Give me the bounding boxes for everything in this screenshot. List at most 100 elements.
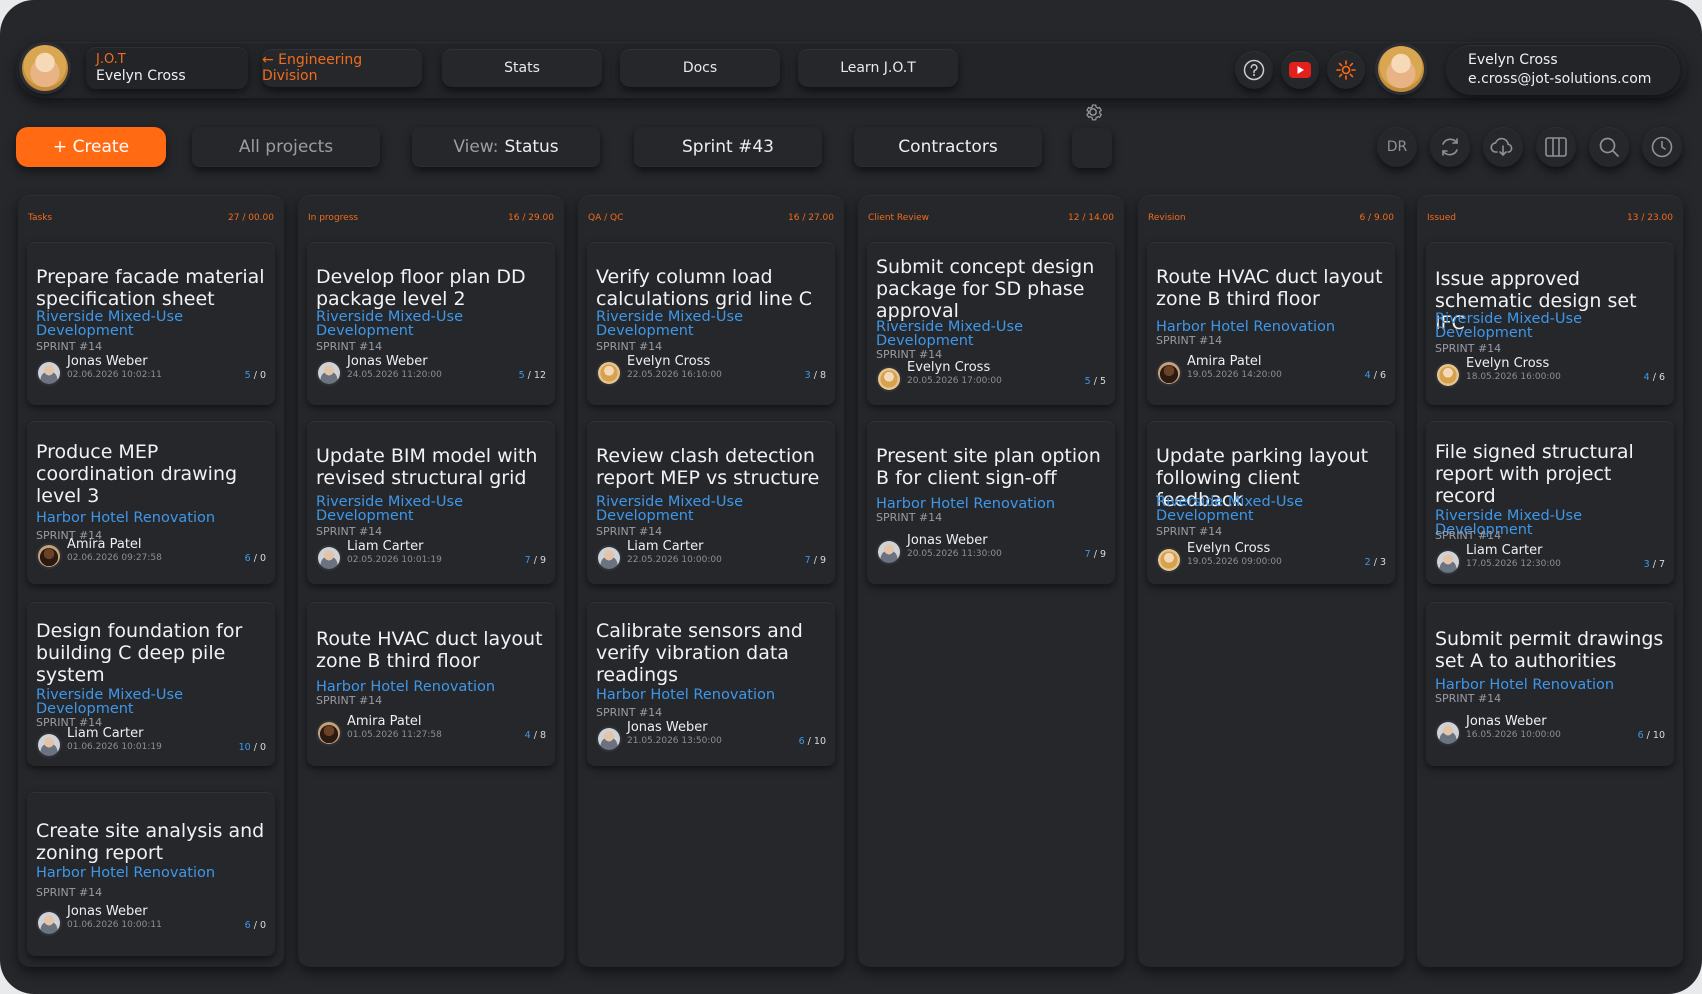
subtask-count: 5 / 5 — [1085, 376, 1106, 387]
help-icon[interactable] — [1235, 51, 1273, 89]
cloud-download-icon[interactable] — [1483, 127, 1523, 167]
task-card[interactable]: Route HVAC duct layout zone B third floo… — [1147, 242, 1395, 405]
search-icon[interactable] — [1589, 127, 1629, 167]
account-name: Evelyn Cross — [1468, 52, 1558, 68]
subtask-total: / 6 — [1370, 370, 1386, 381]
card-project[interactable]: Riverside Mixed-Use Development — [316, 495, 552, 524]
card-project[interactable]: Riverside Mixed-Use Development — [596, 495, 832, 524]
card-title: Calibrate sensors and verify vibration d… — [596, 620, 803, 686]
columns-icon[interactable] — [1536, 127, 1576, 167]
card-sprint: SPRINT #14 — [596, 706, 663, 719]
task-card[interactable]: Submit permit drawings set A to authorit… — [1426, 602, 1674, 766]
view-status-button[interactable]: View: Status — [412, 127, 600, 167]
assignee-avatar — [878, 541, 900, 563]
task-card[interactable]: Design foundation for building C deep pi… — [27, 602, 275, 766]
youtube-icon[interactable] — [1281, 51, 1319, 89]
card-timestamp: 20.05.2026 17:00:00 — [907, 376, 1002, 386]
task-card[interactable]: Create site analysis and zoning report Ha… — [27, 792, 275, 956]
subtask-total: / 3 — [1370, 557, 1386, 568]
column-count: 16 / 27.00 — [788, 213, 834, 223]
task-card[interactable]: Update BIM model with revised structural… — [307, 421, 555, 584]
task-card[interactable]: File signed structural report with proje… — [1426, 421, 1674, 584]
card-project[interactable]: Harbor Hotel Renovation — [1156, 320, 1392, 335]
user-avatar[interactable] — [22, 45, 68, 91]
task-card[interactable]: Produce MEP coordination drawing level 3… — [27, 421, 275, 584]
card-project[interactable]: Riverside Mixed-Use Development — [36, 688, 272, 717]
assignee-name: Evelyn Cross — [1466, 356, 1550, 371]
card-project[interactable]: Harbor Hotel Renovation — [1435, 678, 1671, 693]
create-button[interactable]: + Create — [16, 127, 166, 167]
card-sprint: SPRINT #14 — [36, 886, 103, 899]
subtask-count: 4 / 6 — [1365, 370, 1386, 381]
sun-icon[interactable] — [1327, 51, 1365, 89]
card-timestamp: 01.06.2026 10:01:19 — [67, 742, 162, 752]
card-sprint: SPRINT #14 — [876, 511, 943, 524]
assignee-name: Jonas Weber — [1466, 714, 1547, 729]
card-project[interactable]: Riverside Mixed-Use Development — [1156, 495, 1392, 524]
card-sprint: SPRINT #14 — [36, 340, 103, 353]
card-timestamp: 18.05.2026 16:00:00 — [1466, 372, 1561, 382]
task-card[interactable]: Verify column load calculations grid lin… — [587, 242, 835, 405]
nav-stats[interactable]: Stats — [442, 49, 602, 87]
subtask-total: / 9 — [1090, 549, 1106, 560]
task-card[interactable]: Review clash detection report MEP vs str… — [587, 421, 835, 584]
task-card[interactable]: Update parking layout following client f… — [1147, 421, 1395, 584]
assignee-avatar — [598, 362, 620, 384]
sprint-button[interactable]: Sprint #43 — [634, 127, 822, 167]
task-card[interactable]: Submit concept design package for SD pha… — [867, 242, 1115, 405]
all-projects-button[interactable]: All projects — [192, 127, 380, 167]
column-header: In progress 16 / 29.00 — [308, 213, 554, 225]
task-card[interactable]: Present site plan option B for client si… — [867, 421, 1115, 584]
card-project[interactable]: Harbor Hotel Renovation — [316, 680, 552, 695]
card-project[interactable]: Riverside Mixed-Use Development — [596, 310, 832, 339]
subtask-count: 6 / 0 — [245, 553, 266, 564]
account-box[interactable]: Evelyn Cross e.cross@jot-solutions.com — [1446, 45, 1680, 95]
assignee-avatar — [1158, 549, 1180, 571]
card-project[interactable]: Harbor Hotel Renovation — [876, 497, 1112, 512]
card-project[interactable]: Riverside Mixed-Use Development — [36, 310, 272, 339]
account-email: e.cross@jot-solutions.com — [1468, 71, 1652, 87]
assignee-avatar — [38, 912, 60, 934]
nav-docs[interactable]: Docs — [620, 49, 780, 87]
task-card[interactable]: Calibrate sensors and verify vibration d… — [587, 602, 835, 766]
subtask-total: / 12 — [524, 370, 546, 381]
subtask-count: 7 / 9 — [1085, 549, 1106, 560]
card-timestamp: 19.05.2026 09:00:00 — [1187, 557, 1282, 567]
empty-filter-box[interactable] — [1072, 128, 1112, 168]
brand-box[interactable]: J.O.T Evelyn Cross — [86, 47, 248, 89]
card-project[interactable]: Riverside Mixed-Use Development — [1435, 312, 1671, 341]
contractors-button[interactable]: Contractors — [854, 127, 1042, 167]
card-sprint: SPRINT #14 — [596, 340, 663, 353]
task-card[interactable]: Prepare facade material specification sh… — [27, 242, 275, 405]
task-card[interactable]: Issue approved schematic design set IFC R… — [1426, 242, 1674, 405]
task-card[interactable]: Develop floor plan DD package level 2 Riv… — [307, 242, 555, 405]
brand-user-name: Evelyn Cross — [96, 68, 186, 84]
subtask-count: 5 / 12 — [519, 370, 546, 381]
initials-badge[interactable]: DR — [1377, 127, 1417, 167]
card-sprint: SPRINT #14 — [1156, 334, 1223, 347]
card-project[interactable]: Harbor Hotel Renovation — [596, 688, 832, 703]
division-link[interactable]: ← Engineering Division — [262, 49, 422, 87]
card-timestamp: 01.05.2026 11:27:58 — [347, 730, 442, 740]
subtask-count: 10 / 0 — [239, 742, 266, 753]
card-title: Produce MEP coordination drawing level 3 — [36, 441, 238, 507]
card-title: Route HVAC duct layout zone B third floo… — [316, 628, 543, 672]
card-project[interactable]: Harbor Hotel Renovation — [36, 866, 272, 881]
card-sprint: SPRINT #14 — [1435, 692, 1502, 705]
column-client-review: Client Review 12 / 14.00 Submit concept de… — [858, 195, 1124, 967]
subtask-total: / 8 — [530, 730, 546, 741]
card-project[interactable]: Riverside Mixed-Use Development — [876, 320, 1112, 349]
assignee-avatar — [1437, 722, 1459, 744]
refresh-icon[interactable] — [1430, 127, 1470, 167]
account-avatar[interactable] — [1378, 46, 1424, 92]
card-project[interactable]: Riverside Mixed-Use Development — [316, 310, 552, 339]
clock-icon[interactable] — [1642, 127, 1682, 167]
gear-icon[interactable] — [1078, 101, 1108, 123]
column-count: 12 / 14.00 — [1068, 213, 1114, 223]
column-issued: Issued 13 / 23.00 Issue approved schematic… — [1417, 195, 1683, 967]
assignee-name: Liam Carter — [347, 539, 424, 554]
card-project[interactable]: Harbor Hotel Renovation — [36, 511, 272, 526]
card-title: Develop floor plan DD package level 2 — [316, 266, 526, 310]
task-card[interactable]: Route HVAC duct layout zone B third floo… — [307, 602, 555, 766]
nav-learn[interactable]: Learn J.O.T — [798, 49, 958, 87]
